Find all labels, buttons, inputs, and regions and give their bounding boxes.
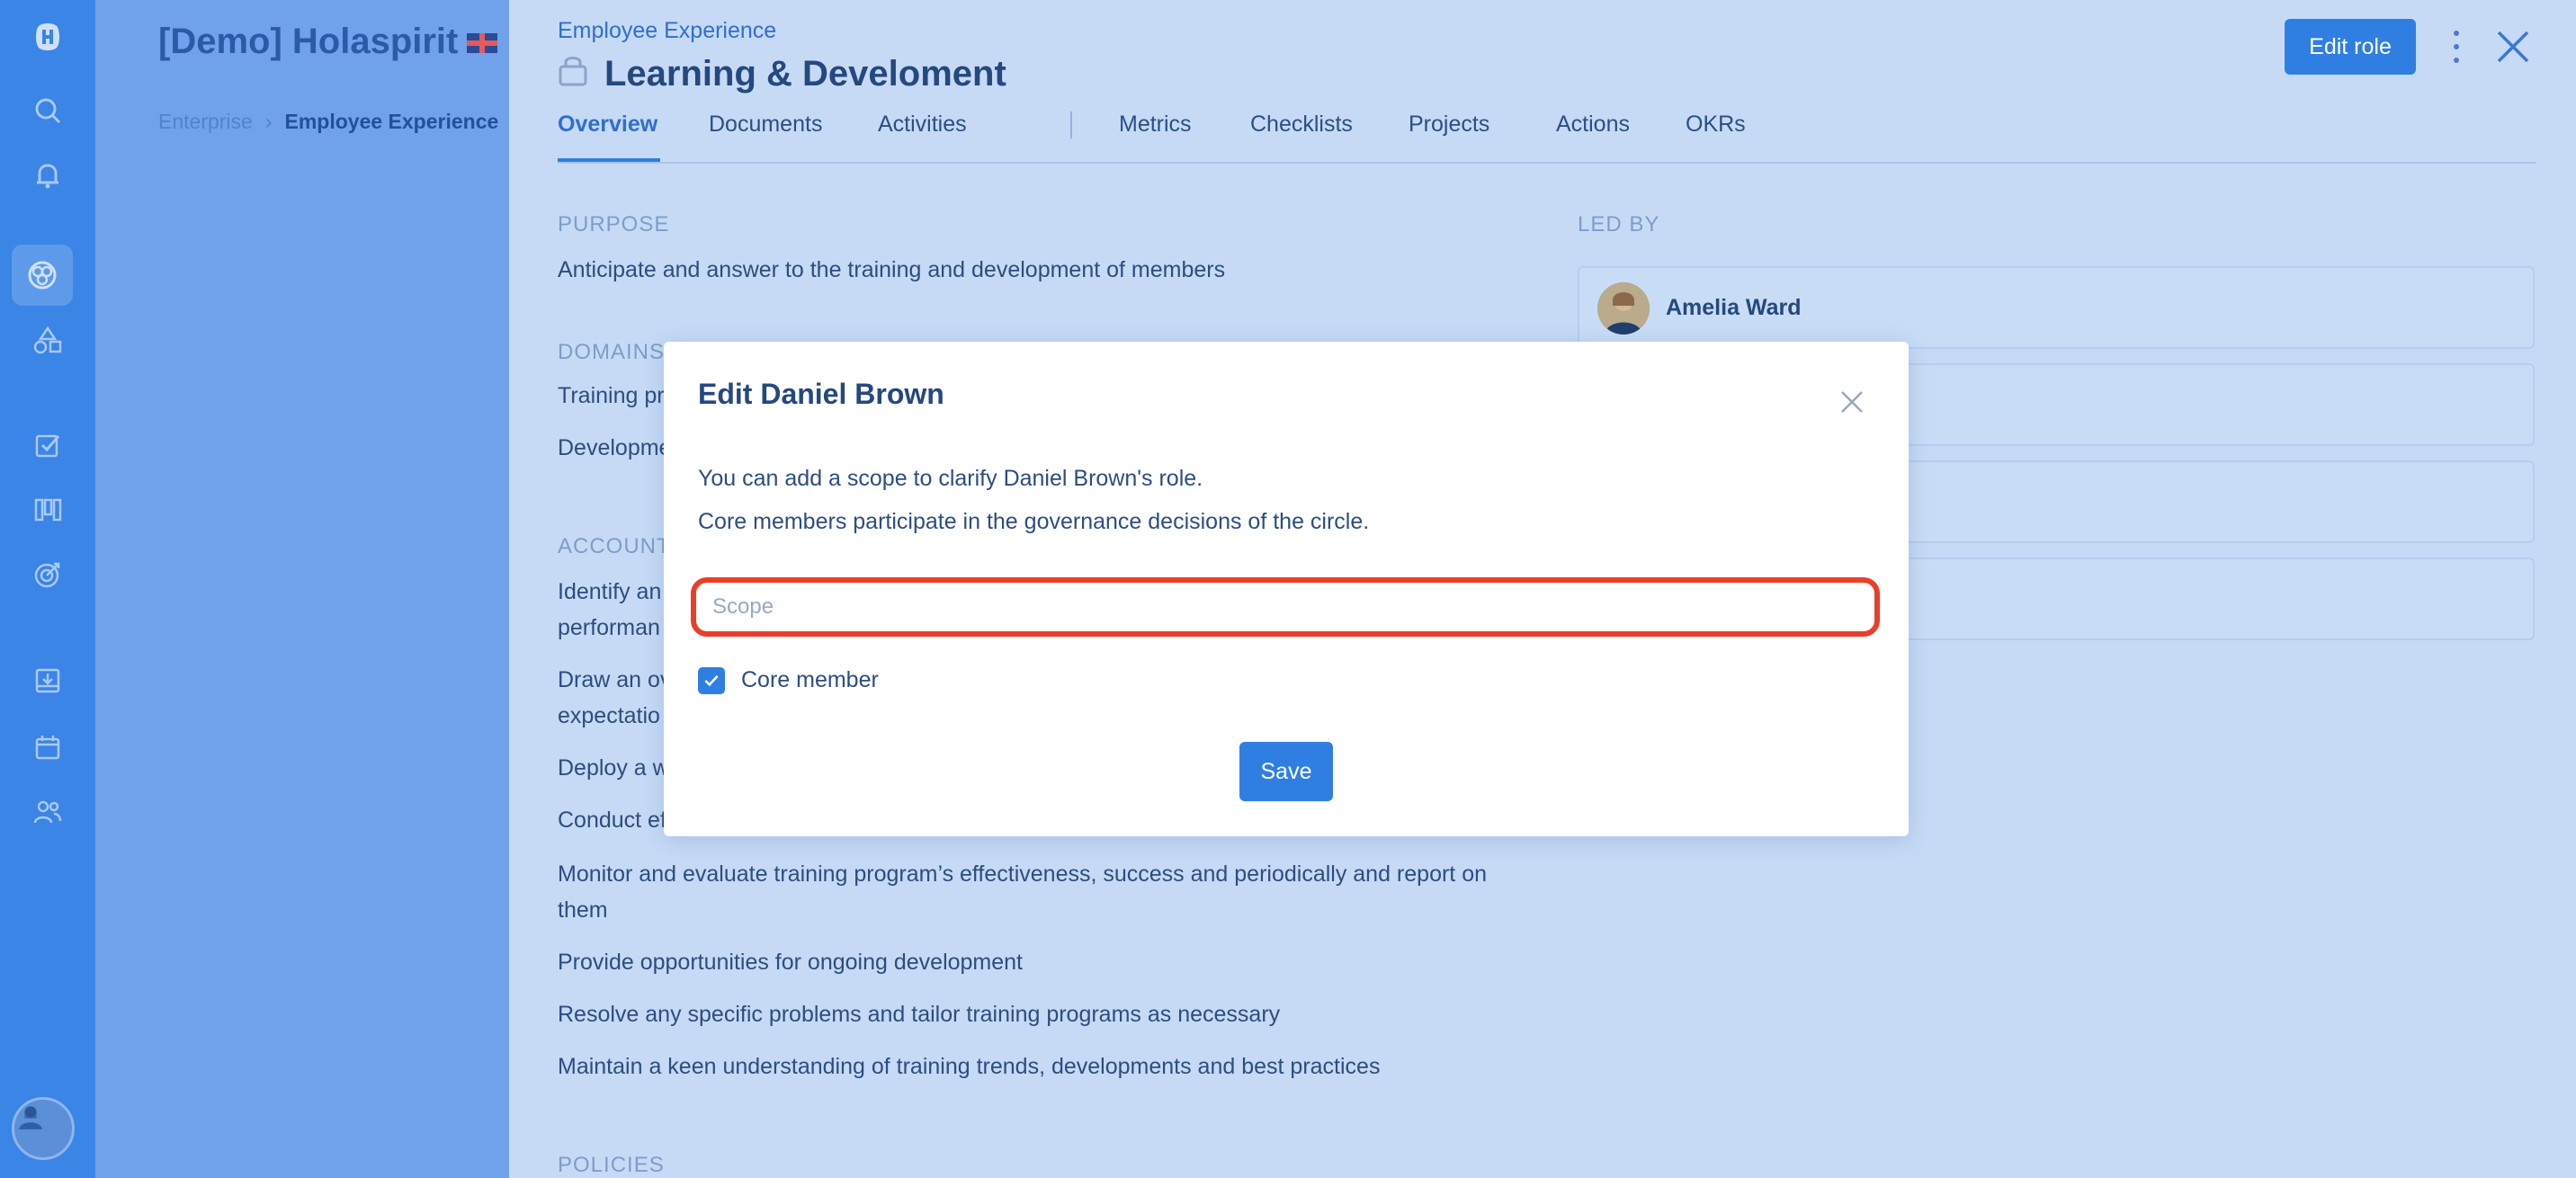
lock-icon — [558, 52, 588, 95]
scope-input[interactable] — [700, 586, 1871, 628]
scope-field-highlight — [691, 577, 1880, 637]
leader-avatar — [1597, 282, 1650, 335]
accountability-item: performan — [558, 615, 660, 640]
breadcrumb-employee-experience[interactable]: Employee Experience — [285, 110, 499, 133]
inbox-icon[interactable] — [23, 656, 72, 705]
people-icon[interactable] — [23, 788, 72, 836]
close-icon[interactable] — [2493, 27, 2533, 67]
org-title-text: [Demo] Holaspirit — [158, 22, 459, 61]
target-icon[interactable] — [23, 550, 72, 599]
accountability-item: Resolve any specific problems and tailor… — [558, 1002, 1281, 1027]
roles-icon[interactable] — [23, 317, 72, 365]
tab-documents[interactable]: Documents — [709, 112, 822, 138]
accountabilities-label: ACCOUNT — [558, 534, 671, 558]
dialog-core-member-hint: Core members participate in the governan… — [698, 509, 1370, 534]
accountability-item: Monitor and evaluate training program’s … — [558, 861, 1487, 887]
tab-projects[interactable]: Projects — [1409, 112, 1489, 138]
accountability-item: Conduct ef — [558, 808, 666, 833]
core-member-label[interactable]: Core member — [741, 667, 879, 693]
accountability-item: Provide opportunities for ongoing develo… — [558, 950, 1024, 975]
domain-item: Developme — [558, 435, 672, 460]
circles-icon[interactable] — [12, 245, 73, 306]
accountability-item: Deploy a w — [558, 755, 669, 781]
breadcrumb: Enterprise › Employee Experience — [158, 110, 498, 134]
chevron-right-icon: › — [264, 110, 273, 133]
calendar-icon[interactable] — [23, 723, 72, 772]
accountability-item: them — [558, 897, 608, 923]
logo-icon[interactable] — [23, 13, 72, 61]
led-by-label: LED BY — [1578, 212, 1660, 236]
active-tab-indicator — [558, 158, 660, 162]
purpose-label: PURPOSE — [558, 212, 670, 236]
org-panel: [Demo] Holaspirit Enterprise › Employee Ex… — [95, 0, 509, 1178]
checkmark-icon — [704, 674, 719, 687]
role-title-text: Learning & Develoment — [604, 53, 1006, 94]
dialog-description: You can add a scope to clarify Daniel Br… — [698, 466, 1203, 491]
leader-name: Amelia Ward — [1666, 295, 1802, 320]
page-title: Learning & Develoment — [558, 52, 1006, 95]
accountability-item: Identify an — [558, 579, 662, 604]
bell-icon[interactable] — [23, 151, 72, 200]
breadcrumb-enterprise[interactable]: Enterprise — [158, 110, 253, 133]
icon-rail — [0, 0, 95, 1178]
uk-flag-icon — [467, 33, 498, 54]
user-avatar[interactable] — [12, 1097, 75, 1160]
policies-label: POLICIES — [558, 1153, 665, 1177]
domain-item: Training pr — [558, 383, 665, 408]
search-icon[interactable] — [23, 86, 72, 135]
leader-card[interactable]: Amelia Ward — [1578, 266, 2535, 349]
accountability-item: expectatio — [558, 703, 660, 728]
tasks-icon[interactable] — [23, 421, 72, 469]
tab-okrs[interactable]: OKRs — [1686, 112, 1746, 138]
edit-role-button[interactable]: Edit role — [2285, 19, 2416, 75]
tab-actions[interactable]: Actions — [1556, 112, 1630, 138]
tab-checklists[interactable]: Checklists — [1250, 112, 1353, 138]
domains-label: DOMAINS — [558, 340, 666, 364]
edit-member-dialog: Edit Daniel Brown You can add a scope to… — [664, 342, 1909, 836]
more-options-icon[interactable] — [2447, 27, 2465, 67]
tab-overview[interactable]: Overview — [558, 112, 657, 138]
dialog-title: Edit Daniel Brown — [698, 378, 944, 410]
tab-metrics[interactable]: Metrics — [1119, 112, 1192, 138]
purpose-text: Anticipate and answer to the training an… — [558, 257, 1226, 282]
role-parent-link[interactable]: Employee Experience — [558, 18, 776, 44]
accountability-item: Maintain a keen understanding of trainin… — [558, 1054, 1381, 1079]
accountability-item: Draw an ov — [558, 667, 672, 692]
org-title[interactable]: [Demo] Holaspirit — [158, 22, 498, 62]
tab-bar: Overview Documents Activities Metrics Ch… — [558, 108, 2536, 164]
board-icon[interactable] — [23, 486, 72, 534]
save-button[interactable]: Save — [1239, 742, 1333, 801]
tab-divider — [1070, 112, 1072, 138]
dialog-close-icon[interactable] — [1838, 388, 1865, 415]
tab-activities[interactable]: Activities — [878, 112, 967, 138]
core-member-checkbox[interactable] — [698, 667, 725, 694]
